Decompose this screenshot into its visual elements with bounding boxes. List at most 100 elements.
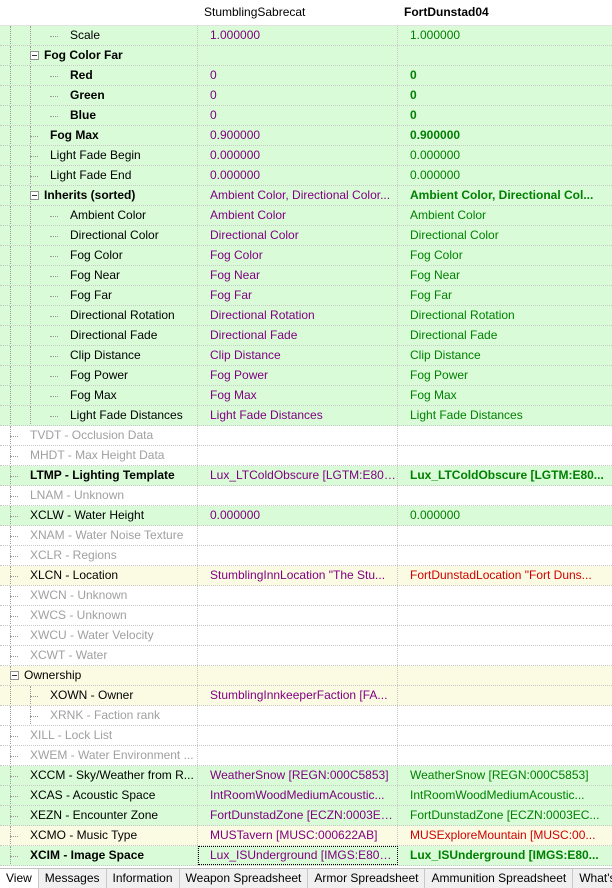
value-cell-fortdunstad04[interactable]: Fog Color [398, 246, 612, 265]
tree-row[interactable]: Red 0 0 [0, 66, 612, 86]
value-cell-fortdunstad04[interactable] [398, 586, 612, 605]
value-cell-stumblingsabrecat[interactable]: Fog Near [198, 266, 398, 285]
tree-row[interactable]: Fog Near Fog Near Fog Near [0, 266, 612, 286]
tree-row[interactable]: XCAS - Acoustic Space IntRoomWoodMediumAc… [0, 786, 612, 806]
value-cell-stumblingsabrecat[interactable]: Directional Fade [198, 326, 398, 345]
tree-row[interactable]: Clip Distance Clip Distance Clip Distance [0, 346, 612, 366]
row-label-cell[interactable]: XLCN - Location [0, 566, 198, 585]
tree-row[interactable]: XWCS - Unknown [0, 606, 612, 626]
value-cell-fortdunstad04[interactable]: Fog Near [398, 266, 612, 285]
row-label-cell[interactable]: Fog Color [0, 246, 198, 265]
tree-row[interactable]: Fog Max 0.900000 0.900000 [0, 126, 612, 146]
row-label-cell[interactable]: Fog Max [0, 386, 198, 405]
value-cell-fortdunstad04[interactable] [398, 646, 612, 665]
value-cell-stumblingsabrecat[interactable]: Directional Color [198, 226, 398, 245]
row-label-cell[interactable]: Fog Max [0, 126, 198, 145]
value-cell-stumblingsabrecat[interactable] [198, 486, 398, 505]
value-cell-stumblingsabrecat[interactable]: StumblingInnLocation "The Stu... [198, 566, 398, 585]
row-label-cell[interactable]: Clip Distance [0, 346, 198, 365]
value-cell-stumblingsabrecat[interactable]: FortDunstadZone [ECZN:0003EC... [198, 806, 398, 825]
tree-row[interactable]: XWEM - Water Environment ... [0, 746, 612, 766]
value-cell-fortdunstad04[interactable] [398, 606, 612, 625]
value-cell-fortdunstad04[interactable]: Directional Fade [398, 326, 612, 345]
value-cell-stumblingsabrecat[interactable] [198, 606, 398, 625]
tree-row[interactable]: Directional Color Directional Color Direct… [0, 226, 612, 246]
value-cell-fortdunstad04[interactable]: Directional Color [398, 226, 612, 245]
collapse-toggle-icon[interactable] [30, 191, 39, 200]
tree-row[interactable]: Light Fade Begin 0.000000 0.000000 [0, 146, 612, 166]
value-cell-stumblingsabrecat[interactable]: 1.000000 [198, 26, 398, 45]
value-cell-stumblingsabrecat[interactable]: 0 [198, 86, 398, 105]
tree-row[interactable]: XCIM - Image Space Lux_ISUnderground [IMG… [0, 846, 612, 866]
tree-row[interactable]: XCLW - Water Height 0.000000 0.000000 [0, 506, 612, 526]
value-cell-stumblingsabrecat[interactable]: Directional Rotation [198, 306, 398, 325]
tree-row[interactable]: LTMP - Lighting Template Lux_LTColdObscur… [0, 466, 612, 486]
value-cell-fortdunstad04[interactable] [398, 486, 612, 505]
value-cell-fortdunstad04[interactable]: 0.000000 [398, 506, 612, 525]
value-cell-stumblingsabrecat[interactable]: Fog Max [198, 386, 398, 405]
row-label-cell[interactable]: LNAM - Unknown [0, 486, 198, 505]
row-label-cell[interactable]: Directional Color [0, 226, 198, 245]
row-label-cell[interactable]: Fog Far [0, 286, 198, 305]
row-label-cell[interactable]: LTMP - Lighting Template [0, 466, 198, 485]
value-cell-stumblingsabrecat[interactable]: Clip Distance [198, 346, 398, 365]
value-cell-stumblingsabrecat[interactable]: WeatherSnow [REGN:000C5853] [198, 766, 398, 785]
row-label-cell[interactable]: XWEM - Water Environment ... [0, 746, 198, 765]
value-cell-fortdunstad04[interactable] [398, 686, 612, 705]
row-label-cell[interactable]: Ownership [0, 666, 198, 685]
value-cell-fortdunstad04[interactable]: Ambient Color [398, 206, 612, 225]
column-header-label[interactable] [0, 0, 198, 26]
value-cell-fortdunstad04[interactable]: Lux_LTColdObscure [LGTM:E80... [398, 466, 612, 485]
tree-row[interactable]: LNAM - Unknown [0, 486, 612, 506]
tab-messages[interactable]: Messages [39, 869, 107, 888]
value-cell-stumblingsabrecat[interactable] [198, 446, 398, 465]
row-label-cell[interactable]: Light Fade Distances [0, 406, 198, 425]
tree-row[interactable]: XILL - Lock List [0, 726, 612, 746]
value-cell-fortdunstad04[interactable] [398, 666, 612, 685]
value-cell-fortdunstad04[interactable]: FortDunstadLocation "Fort Duns... [398, 566, 612, 585]
value-cell-stumblingsabrecat[interactable]: Fog Power [198, 366, 398, 385]
value-cell-fortdunstad04[interactable]: IntRoomWoodMediumAcoustic... [398, 786, 612, 805]
value-cell-stumblingsabrecat[interactable] [198, 726, 398, 745]
value-cell-stumblingsabrecat[interactable]: Light Fade Distances [198, 406, 398, 425]
value-cell-fortdunstad04[interactable]: WeatherSnow [REGN:000C5853] [398, 766, 612, 785]
row-label-cell[interactable]: XCLW - Water Height [0, 506, 198, 525]
row-label-cell[interactable]: Directional Fade [0, 326, 198, 345]
tree-row[interactable]: XLCN - Location StumblingInnLocation "The… [0, 566, 612, 586]
tree-row[interactable]: XCLR - Regions [0, 546, 612, 566]
value-cell-stumblingsabrecat[interactable]: 0.900000 [198, 126, 398, 145]
collapse-toggle-icon[interactable] [30, 51, 39, 60]
row-label-cell[interactable]: Green [0, 86, 198, 105]
row-label-cell[interactable]: TVDT - Occlusion Data [0, 426, 198, 445]
column-header-stumblingsabrecat[interactable]: StumblingSabrecat [198, 0, 398, 26]
value-cell-fortdunstad04[interactable]: Fog Far [398, 286, 612, 305]
value-cell-fortdunstad04[interactable]: 0 [398, 86, 612, 105]
tree-row[interactable]: Fog Far Fog Far Fog Far [0, 286, 612, 306]
tree-row[interactable]: TVDT - Occlusion Data [0, 426, 612, 446]
row-label-cell[interactable]: XWCU - Water Velocity [0, 626, 198, 645]
value-cell-fortdunstad04[interactable] [398, 46, 612, 65]
tree-row[interactable]: Fog Color Fog Color Fog Color [0, 246, 612, 266]
row-label-cell[interactable]: XCLR - Regions [0, 546, 198, 565]
value-cell-stumblingsabrecat[interactable]: 0.000000 [198, 146, 398, 165]
tree-row[interactable]: XNAM - Water Noise Texture [0, 526, 612, 546]
value-cell-stumblingsabrecat[interactable]: Lux_LTColdObscure [LGTM:E809... [198, 466, 398, 485]
tree-row[interactable]: MHDT - Max Height Data [0, 446, 612, 466]
row-label-cell[interactable]: Light Fade End [0, 166, 198, 185]
row-label-cell[interactable]: MHDT - Max Height Data [0, 446, 198, 465]
tree-row[interactable]: Blue 0 0 [0, 106, 612, 126]
tree-row[interactable]: Fog Max Fog Max Fog Max [0, 386, 612, 406]
tree-row[interactable]: XCCM - Sky/Weather from R... WeatherSnow … [0, 766, 612, 786]
tab-view[interactable]: View [0, 869, 39, 888]
row-label-cell[interactable]: XCAS - Acoustic Space [0, 786, 198, 805]
value-cell-stumblingsabrecat[interactable] [198, 626, 398, 645]
tab-armor-spreadsheet[interactable]: Armor Spreadsheet [308, 869, 426, 888]
tree-row[interactable]: Directional Fade Directional Fade Directio… [0, 326, 612, 346]
row-label-cell[interactable]: Red [0, 66, 198, 85]
row-label-cell[interactable]: Directional Rotation [0, 306, 198, 325]
row-label-cell[interactable]: Ambient Color [0, 206, 198, 225]
tree-row[interactable]: Light Fade Distances Light Fade Distances… [0, 406, 612, 426]
tree-row[interactable]: Ownership [0, 666, 612, 686]
tab-information[interactable]: Information [107, 869, 180, 888]
value-cell-stumblingsabrecat[interactable]: 0.000000 [198, 506, 398, 525]
